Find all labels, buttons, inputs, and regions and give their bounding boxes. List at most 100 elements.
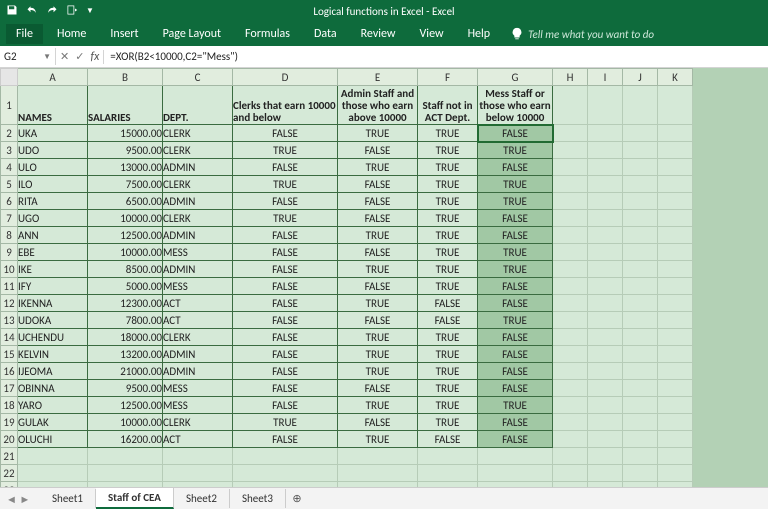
cell-name[interactable]: UCHENDU: [18, 329, 88, 346]
redo-icon[interactable]: [46, 4, 58, 19]
cell-result[interactable]: FALSE: [478, 346, 553, 363]
tab-view[interactable]: View: [410, 24, 454, 44]
row-header-5[interactable]: 5: [1, 176, 18, 193]
cell-dept[interactable]: ADMIN: [163, 159, 233, 176]
cell-name[interactable]: UGO: [18, 210, 88, 227]
cell-salary[interactable]: 21000.00: [88, 363, 163, 380]
cell-dept[interactable]: CLERK: [163, 142, 233, 159]
cell-name[interactable]: ULO: [18, 159, 88, 176]
cell-result[interactable]: TRUE: [418, 193, 478, 210]
cell-result[interactable]: FALSE: [233, 431, 338, 448]
cell-result[interactable]: FALSE: [338, 278, 418, 295]
tab-help[interactable]: Help: [458, 24, 501, 44]
cell-result[interactable]: TRUE: [418, 261, 478, 278]
row-header-1[interactable]: 1: [1, 86, 18, 125]
cell-salary[interactable]: 9500.00: [88, 142, 163, 159]
formula-input[interactable]: =XOR(B2<10000,C2="Mess"): [104, 48, 768, 65]
cell-result[interactable]: TRUE: [418, 142, 478, 159]
cell-name[interactable]: IKENNA: [18, 295, 88, 312]
cell-salary[interactable]: 7500.00: [88, 176, 163, 193]
cell-result[interactable]: FALSE: [338, 142, 418, 159]
row-header-3[interactable]: 3: [1, 142, 18, 159]
header-cell[interactable]: SALARIES: [88, 86, 163, 125]
cell-dept[interactable]: ACT: [163, 295, 233, 312]
cell-result[interactable]: FALSE: [233, 295, 338, 312]
row-header-16[interactable]: 16: [1, 363, 18, 380]
row-header-6[interactable]: 6: [1, 193, 18, 210]
cell-dept[interactable]: CLERK: [163, 125, 233, 142]
tab-formulas[interactable]: Formulas: [235, 24, 300, 44]
cell-salary[interactable]: 15000.00: [88, 125, 163, 142]
cell-dept[interactable]: CLERK: [163, 210, 233, 227]
cell-result[interactable]: TRUE: [478, 261, 553, 278]
cell-result[interactable]: FALSE: [478, 380, 553, 397]
tab-file[interactable]: File: [6, 24, 43, 44]
cell-result[interactable]: TRUE: [418, 346, 478, 363]
row-header-14[interactable]: 14: [1, 329, 18, 346]
cell-result[interactable]: FALSE: [338, 244, 418, 261]
cell-result[interactable]: TRUE: [478, 312, 553, 329]
cell-name[interactable]: UDOKA: [18, 312, 88, 329]
cell-result[interactable]: TRUE: [338, 363, 418, 380]
cell-name[interactable]: ILO: [18, 176, 88, 193]
cell-result[interactable]: FALSE: [233, 227, 338, 244]
cell-result[interactable]: TRUE: [338, 227, 418, 244]
cell-result[interactable]: TRUE: [478, 397, 553, 414]
cell-result[interactable]: TRUE: [478, 193, 553, 210]
qat-dropdown-icon[interactable]: ▼: [86, 6, 94, 16]
col-header-G[interactable]: G: [478, 69, 553, 86]
cell-dept[interactable]: ADMIN: [163, 346, 233, 363]
cell-salary[interactable]: 12300.00: [88, 295, 163, 312]
cell-name[interactable]: UKA: [18, 125, 88, 142]
cell-result[interactable]: TRUE: [338, 261, 418, 278]
cell-result[interactable]: TRUE: [418, 227, 478, 244]
header-cell[interactable]: Clerks that earn 10000 and below: [233, 86, 338, 125]
cell-result[interactable]: FALSE: [338, 210, 418, 227]
cell-name[interactable]: ANN: [18, 227, 88, 244]
cell-dept[interactable]: MESS: [163, 380, 233, 397]
cell-name[interactable]: OLUCHI: [18, 431, 88, 448]
col-header-I[interactable]: I: [588, 69, 623, 86]
cell-salary[interactable]: 13200.00: [88, 346, 163, 363]
cell-result[interactable]: TRUE: [418, 380, 478, 397]
cell-dept[interactable]: ADMIN: [163, 363, 233, 380]
cell-result[interactable]: FALSE: [338, 193, 418, 210]
cell-salary[interactable]: 7800.00: [88, 312, 163, 329]
cell-salary[interactable]: 12500.00: [88, 227, 163, 244]
cell-result[interactable]: TRUE: [338, 125, 418, 142]
sheet-tab-sheet3[interactable]: Sheet3: [230, 489, 286, 508]
sheet-tab-sheet1[interactable]: Sheet1: [40, 489, 96, 508]
cell-result[interactable]: TRUE: [478, 176, 553, 193]
cell-result[interactable]: FALSE: [233, 346, 338, 363]
undo-icon[interactable]: [26, 4, 38, 19]
cell-salary[interactable]: 10000.00: [88, 244, 163, 261]
col-header-F[interactable]: F: [418, 69, 478, 86]
cell-salary[interactable]: 6500.00: [88, 193, 163, 210]
tab-insert[interactable]: Insert: [100, 24, 148, 44]
cell-salary[interactable]: 5000.00: [88, 278, 163, 295]
cell-result[interactable]: FALSE: [338, 176, 418, 193]
cell-result[interactable]: TRUE: [418, 176, 478, 193]
cell-name[interactable]: IKE: [18, 261, 88, 278]
cell-name[interactable]: YARO: [18, 397, 88, 414]
cell-result[interactable]: FALSE: [478, 431, 553, 448]
cell-salary[interactable]: 10000.00: [88, 414, 163, 431]
cell-result[interactable]: FALSE: [338, 312, 418, 329]
cell-result[interactable]: FALSE: [233, 363, 338, 380]
cell-dept[interactable]: CLERK: [163, 176, 233, 193]
cell-name[interactable]: RITA: [18, 193, 88, 210]
row-header-20[interactable]: 20: [1, 431, 18, 448]
cell-result[interactable]: TRUE: [418, 125, 478, 142]
sheet-tab-staff-of-cea[interactable]: Staff of CEA: [96, 488, 174, 509]
tab-home[interactable]: Home: [47, 24, 96, 44]
cell-name[interactable]: OBINNA: [18, 380, 88, 397]
preview-icon[interactable]: [66, 4, 78, 19]
cell-result[interactable]: FALSE: [418, 431, 478, 448]
cell-result[interactable]: TRUE: [338, 431, 418, 448]
cell-dept[interactable]: MESS: [163, 397, 233, 414]
enter-icon[interactable]: ✓: [75, 50, 84, 63]
cell-dept[interactable]: ACT: [163, 312, 233, 329]
tell-me-search[interactable]: Tell me what you want to do: [510, 27, 654, 41]
cell-salary[interactable]: 18000.00: [88, 329, 163, 346]
sheet-tab-sheet2[interactable]: Sheet2: [174, 489, 230, 508]
